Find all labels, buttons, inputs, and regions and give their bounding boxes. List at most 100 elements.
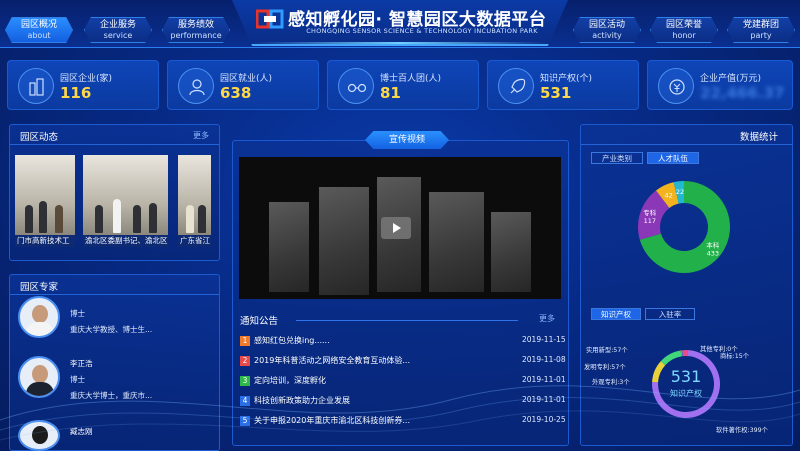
stat-card-employment: 园区就业(人) 638 xyxy=(167,60,319,110)
notice-text: 2019年科普活动之网络安全教育互动体验... xyxy=(254,356,410,365)
notice-item[interactable]: 5 关于申报2020年重庆市渝北区科技创新券... 2019-10-25 xyxy=(240,415,566,429)
stat-label: 园区企业(家) xyxy=(60,74,113,84)
notice-number: 1 xyxy=(240,336,250,346)
tab-label: 园区荣誉 xyxy=(665,20,702,30)
ip-slice[interactable] xyxy=(652,361,666,383)
ip-legend-label: 商标:15个 xyxy=(720,351,750,360)
notice-item[interactable]: 3 定向培训，深度孵化 2019-11-01 xyxy=(240,375,566,389)
page-title: 感知孵化园· 智慧园区大数据平台 xyxy=(288,10,547,30)
avatar-body xyxy=(26,322,54,336)
notice-item[interactable]: 2 2019年科普活动之网络安全教育互动体验... 2019-11-08 xyxy=(240,355,566,369)
notice-date: 2019-11-15 xyxy=(522,335,566,344)
talent-slice-label: 42 xyxy=(665,191,673,199)
avatar[interactable] xyxy=(18,420,60,451)
coin-icon xyxy=(658,68,694,104)
tab-performance[interactable]: 服务绩效 performance xyxy=(162,17,230,43)
tab-label: 园区活动 xyxy=(588,20,625,30)
stat-label: 博士百人团(人) xyxy=(380,74,442,84)
top-header: 感知孵化园· 智慧园区大数据平台 CHONGQING SENSOR SCIENC… xyxy=(0,0,800,50)
talent-slice-label: 117 xyxy=(644,217,656,225)
stat-card-ip: 知识产权(个) 531 xyxy=(487,60,639,110)
avatar-body xyxy=(26,382,54,396)
notice-item[interactable]: 1 感知红包兑换ing...... 2019-11-15 xyxy=(240,335,566,349)
tab-sublabel: about xyxy=(27,31,51,40)
news-photo[interactable]: 广东省江 xyxy=(178,155,211,247)
buildings-icon xyxy=(18,68,54,104)
avatar[interactable] xyxy=(18,356,60,398)
tab-honor[interactable]: 园区荣誉 honor xyxy=(650,17,718,43)
photo-figure xyxy=(25,205,33,233)
rocket-icon xyxy=(498,68,534,104)
panel-title: 园区专家 xyxy=(20,282,59,293)
tab-party[interactable]: 党建群团 party xyxy=(727,17,795,43)
panel-header: 园区专家 xyxy=(10,275,219,295)
tab-industry-category[interactable]: 产业类别 xyxy=(591,152,643,164)
notice-item[interactable]: 4 科技创新政策助力企业发展 2019-11-01 xyxy=(240,395,566,409)
tab-sublabel: party xyxy=(750,31,772,40)
avatar[interactable] xyxy=(18,296,60,338)
tab-service[interactable]: 企业服务 service xyxy=(84,17,152,43)
people-icon xyxy=(178,68,214,104)
expert-name: 臧志刚 xyxy=(70,427,93,436)
tab-video[interactable]: 宣传视频 xyxy=(365,131,449,149)
photo-figure xyxy=(133,205,141,233)
news-photo[interactable]: 门市高新技术工 xyxy=(15,155,75,247)
ip-slice[interactable] xyxy=(660,350,682,366)
talent-slice-label: 433 xyxy=(707,250,719,258)
photo-figure xyxy=(95,205,103,233)
stat-card-companies: 园区企业(家) 116 xyxy=(7,60,159,110)
play-button[interactable] xyxy=(381,217,411,239)
ip-legend-label: 其他专利:0个 xyxy=(700,344,738,353)
talent-slice-label: 本科 xyxy=(706,241,720,250)
tab-sublabel: honor xyxy=(672,31,696,40)
notice-title: 通知公告 xyxy=(240,316,279,327)
photo-figure xyxy=(149,203,157,233)
panel-title: 园区动态 xyxy=(20,132,59,143)
avatar-face xyxy=(32,426,48,444)
tab-about[interactable]: 园区概况 about xyxy=(5,17,73,43)
stat-label: 知识产权(个) xyxy=(540,74,593,84)
photo-figure xyxy=(113,199,121,233)
more-link[interactable]: 更多 xyxy=(539,313,555,324)
ring-center-value: 531 xyxy=(671,367,702,386)
video-building xyxy=(491,212,531,292)
ip-ring-chart: 531 知识产权 软件著作权:399个 实用新型:57个发明专利:57个外观专利:… xyxy=(584,344,769,434)
expert-title: 博士 xyxy=(70,309,85,318)
photo-caption: 渝北区委副书记、渝北区 xyxy=(83,235,168,247)
expert-desc: 重庆大学博士，重庆市... xyxy=(70,391,153,400)
panel-header: 园区动态 更多 xyxy=(10,125,219,145)
stat-value: 81 xyxy=(380,84,401,102)
photo-figure xyxy=(55,205,63,233)
photo-caption: 广东省江 xyxy=(178,235,211,247)
panel-title: 数据统计 xyxy=(739,132,778,143)
ip-legend-label: 实用新型:57个 xyxy=(586,345,628,354)
tab-occupancy[interactable]: 入驻率 xyxy=(645,308,695,320)
tab-talent[interactable]: 人才队伍 xyxy=(647,152,699,164)
glasses-icon xyxy=(338,68,374,104)
stat-label: 企业产值(万元) xyxy=(700,74,762,84)
more-link[interactable]: 更多 xyxy=(193,130,209,141)
page-subtitle: CHONGQING SENSOR SCIENCE & TECHNOLOGY IN… xyxy=(306,27,538,35)
talent-slice-label: 22 xyxy=(676,188,684,196)
video-building xyxy=(429,192,484,292)
tab-ip[interactable]: 知识产权 xyxy=(591,308,641,320)
notice-number: 4 xyxy=(240,396,250,406)
tab-activity[interactable]: 园区活动 activity xyxy=(573,17,641,43)
divider xyxy=(296,320,518,321)
ip-slice[interactable] xyxy=(682,350,689,357)
notice-text: 关于申报2020年重庆市渝北区科技创新券... xyxy=(254,416,410,425)
stat-card-doctors: 博士百人团(人) 81 xyxy=(327,60,479,110)
notice-number: 3 xyxy=(240,376,250,386)
notice-date: 2019-11-01 xyxy=(522,395,566,404)
tab-label: 服务绩效 xyxy=(177,20,214,30)
stat-value: 116 xyxy=(60,84,92,102)
tab-sublabel: activity xyxy=(592,31,622,40)
tab-sublabel: performance xyxy=(170,31,222,40)
tab-label: 企业服务 xyxy=(99,20,136,30)
panel-header: 数据统计 xyxy=(581,125,792,145)
news-photo[interactable]: 渝北区委副书记、渝北区 xyxy=(83,155,168,247)
stat-value: 22,466.37 xyxy=(700,84,785,102)
notice-number: 5 xyxy=(240,416,250,426)
tab-label: 园区概况 xyxy=(20,20,57,30)
notice-text: 科技创新政策助力企业发展 xyxy=(254,396,350,405)
